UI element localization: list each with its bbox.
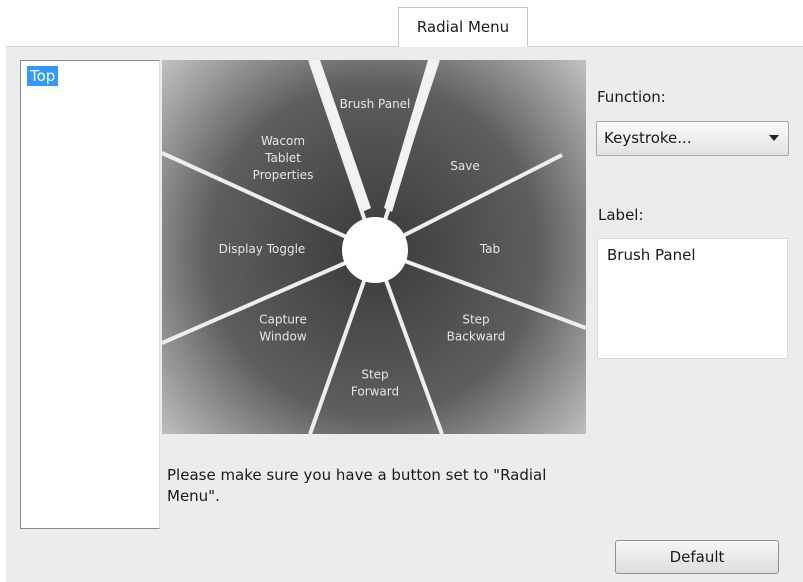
- segment-display-toggle[interactable]: Display Toggle: [219, 242, 306, 256]
- label-field-label: Label:: [598, 206, 644, 224]
- function-dropdown[interactable]: Keystroke...: [596, 121, 789, 156]
- radial-menu-graphic: Brush PanelSaveTabStep BackwardStep Forwar…: [162, 60, 586, 434]
- tree-item-top[interactable]: Top: [27, 66, 59, 86]
- menu-tree[interactable]: Top: [20, 60, 160, 529]
- chevron-down-icon: [769, 135, 779, 141]
- function-label: Function:: [597, 88, 666, 106]
- instruction-message: Please make sure you have a button set t…: [167, 466, 547, 505]
- default-button[interactable]: Default: [615, 540, 779, 574]
- label-textarea[interactable]: Brush Panel: [597, 238, 788, 359]
- segment-brush-panel[interactable]: Brush Panel: [340, 97, 411, 111]
- tab-radial-menu[interactable]: Radial Menu: [398, 7, 528, 47]
- segment-tab[interactable]: Tab: [479, 242, 500, 256]
- segment-save[interactable]: Save: [450, 159, 479, 173]
- function-value: Keystroke...: [604, 129, 692, 147]
- radial-menu-wheel: Brush Panel Save Tab Step Backward Step Forwar…: [162, 60, 586, 434]
- wheel-center[interactable]: [342, 217, 408, 283]
